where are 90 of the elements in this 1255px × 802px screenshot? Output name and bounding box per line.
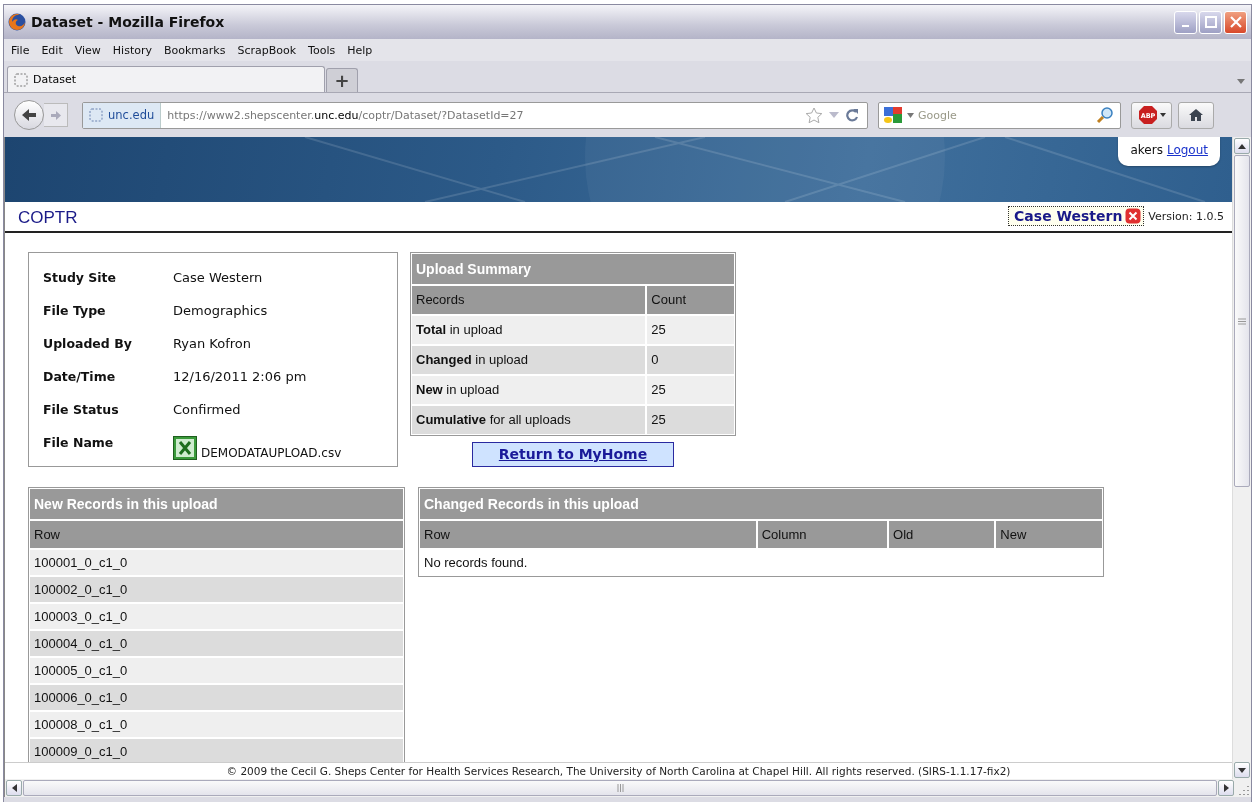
close-icon: [1229, 16, 1242, 28]
user-name: akers: [1130, 143, 1163, 157]
table-cell: 25: [646, 314, 735, 345]
firefox-icon: [8, 13, 26, 31]
column-header: Column: [756, 519, 888, 549]
table-cell: 25: [646, 374, 735, 405]
menu-item[interactable]: Edit: [36, 41, 68, 59]
table-cell: New in upload: [411, 374, 647, 405]
browser-tab[interactable]: Dataset: [7, 66, 325, 92]
spreadsheet-icon: [173, 435, 197, 460]
scroll-left-button[interactable]: [6, 780, 22, 796]
scroll-thumb[interactable]: [23, 780, 1217, 796]
field-value: Case Western: [173, 268, 264, 287]
table-cell: 25: [646, 404, 735, 435]
dropdown-icon[interactable]: [1159, 113, 1166, 117]
app-title: COPTR: [18, 207, 79, 229]
scroll-right-button[interactable]: [1218, 780, 1234, 796]
field-value: Demographics: [173, 301, 269, 320]
table-cell: 100005_0_c1_0: [29, 656, 404, 684]
right-caret-icon: [1223, 784, 1229, 792]
field-label: Date/Time: [43, 367, 117, 386]
field-label: Uploaded By: [43, 334, 133, 353]
back-button[interactable]: [14, 100, 44, 130]
up-caret-icon: [1238, 143, 1246, 149]
field-label: File Status: [43, 400, 120, 419]
menu-item[interactable]: File: [6, 41, 35, 59]
column-header: Row: [29, 519, 404, 549]
reload-icon[interactable]: [845, 108, 859, 122]
scroll-up-button[interactable]: [1234, 138, 1250, 154]
site-identity-button[interactable]: unc.edu: [83, 102, 162, 128]
home-button[interactable]: [1178, 101, 1214, 129]
minimize-button[interactable]: [1174, 10, 1197, 34]
table-cell: Total in upload: [411, 314, 647, 345]
field-label: File Name: [43, 433, 115, 452]
field-label: Study Site: [43, 268, 118, 287]
menu-item[interactable]: Tools: [303, 41, 341, 59]
star-icon[interactable]: [805, 106, 823, 124]
table-cell: 100003_0_c1_0: [29, 602, 404, 630]
table-title: Changed Records in this upload: [419, 487, 1103, 520]
vertical-scrollbar[interactable]: [1232, 137, 1251, 779]
column-header: Row: [419, 519, 757, 549]
table-cell: 100008_0_c1_0: [29, 710, 404, 738]
page-icon: [14, 72, 28, 87]
search-engine-icon[interactable]: [883, 106, 903, 124]
scroll-down-button[interactable]: [1234, 762, 1250, 778]
home-icon: [1188, 108, 1204, 122]
table-title: New Records in this upload: [29, 487, 404, 520]
table-cell: 100002_0_c1_0: [29, 575, 404, 603]
forward-arrow-icon: [49, 109, 62, 121]
column-header: Count: [646, 284, 735, 315]
field-value: 12/16/2011 2:06 pm: [173, 367, 308, 386]
column-header: Records: [411, 284, 647, 315]
close-button[interactable]: [1224, 10, 1247, 34]
scroll-thumb[interactable]: [1234, 155, 1250, 487]
maximize-icon: [1204, 16, 1217, 28]
url-field[interactable]: https://www2.shepscenter.unc.edu/coptr/Dataset/?DatasetId=27: [161, 108, 805, 122]
table-cell: Changed in upload: [411, 344, 647, 375]
table-cell: 100009_0_c1_0: [29, 737, 404, 762]
table-cell: 100001_0_c1_0: [29, 548, 404, 576]
search-icon[interactable]: [1096, 106, 1114, 124]
menu-item[interactable]: View: [69, 41, 106, 59]
table-cell: 100004_0_c1_0: [29, 629, 404, 657]
back-arrow-icon: [21, 108, 37, 122]
table-cell: Cumulative for all uploads: [411, 404, 647, 435]
version-label: Version: 1.0.5: [1148, 209, 1224, 223]
remove-icon[interactable]: [1125, 208, 1142, 225]
menu-item[interactable]: ScrapBook: [232, 41, 302, 59]
return-button[interactable]: Return to MyHome: [472, 441, 674, 467]
file-name-link[interactable]: DEMODATAUPLOAD.csv: [201, 445, 342, 460]
maximize-button[interactable]: [1199, 10, 1222, 34]
window-title: Dataset - Mozilla Firefox: [31, 14, 226, 30]
down-caret-icon: [1238, 767, 1246, 773]
logout-link[interactable]: Logout: [1166, 143, 1208, 157]
table-cell: 0: [646, 344, 735, 375]
field-value: Ryan Kofron: [173, 334, 252, 353]
field-value: Confirmed: [173, 400, 242, 419]
tab-list-icon[interactable]: [1237, 79, 1245, 84]
column-header: New: [995, 519, 1103, 549]
minimize-icon: [1182, 25, 1189, 27]
table-cell: 100006_0_c1_0: [29, 683, 404, 711]
column-header: Old: [888, 519, 996, 549]
menu-item[interactable]: History: [107, 41, 157, 59]
table-title: Upload Summary: [411, 252, 735, 285]
left-caret-icon: [11, 784, 17, 792]
field-label: File Type: [43, 301, 107, 320]
menu-item[interactable]: Bookmarks: [159, 41, 231, 59]
menu-item[interactable]: Help: [342, 41, 378, 59]
new-tab-button[interactable]: +: [326, 68, 358, 92]
page-icon: [89, 108, 103, 122]
site-selector[interactable]: Case Western: [1008, 206, 1145, 227]
